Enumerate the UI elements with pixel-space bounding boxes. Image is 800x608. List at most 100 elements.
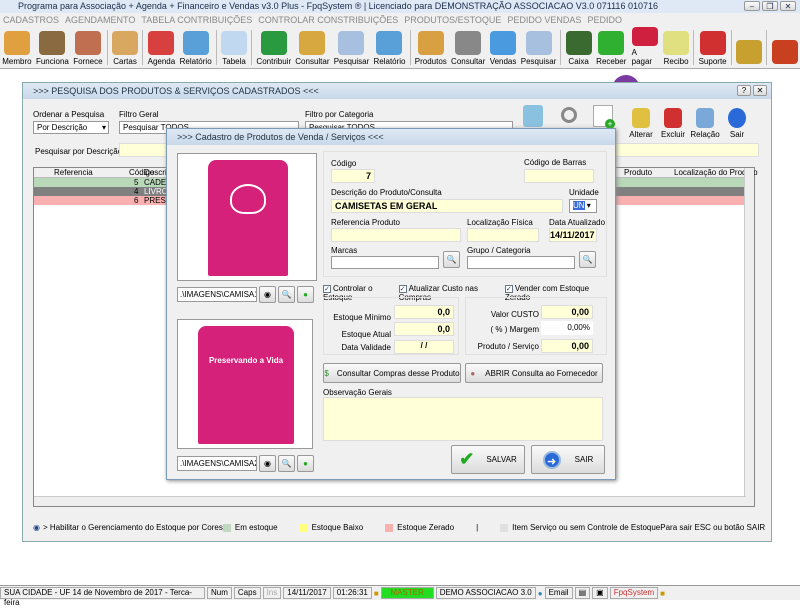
marcas-search-icon[interactable]: 🔍 (443, 251, 460, 268)
image-icon[interactable] (523, 105, 543, 127)
vertical-scrollbar[interactable] (744, 168, 754, 506)
action-alterar[interactable]: Alterar (625, 105, 657, 141)
add-image-icon[interactable]: ● (297, 286, 314, 303)
toolbar-separator (560, 30, 562, 65)
menu-tabela-contribui-es[interactable]: TABELA CONTRIBUIÇÕES (141, 15, 252, 25)
toolbar-button-item-30[interactable] (769, 27, 800, 68)
row-code: 5 (134, 178, 139, 187)
referencia-field[interactable] (331, 228, 461, 242)
consultar-compras-button[interactable]: $ Consultar Compras desse Produto (323, 363, 461, 383)
estoque-atual-field[interactable]: 0,0 (394, 322, 454, 336)
barcode-icon[interactable] (561, 107, 577, 123)
menu-pedido-vendas[interactable]: PEDIDO VENDAS (507, 15, 581, 25)
menu-cadastros[interactable]: CADASTROS (3, 15, 59, 25)
localizacao-field[interactable] (467, 228, 539, 242)
validade-field[interactable]: / / (394, 340, 454, 354)
minimize-button[interactable]: – (744, 1, 760, 11)
toolbar-button-item-28[interactable] (734, 27, 765, 68)
custo-field[interactable]: 0,00 (541, 305, 593, 319)
email-icon[interactable]: ● (538, 589, 543, 598)
menu-produtos-estoque[interactable]: PRODUTOS/ESTOQUE (404, 15, 501, 25)
toolbar-button-a-pagar[interactable]: A pagar (629, 27, 661, 68)
toolbar-button-vendas[interactable]: Vendas (487, 27, 518, 68)
toolbar-button-agenda[interactable]: Agenda (145, 27, 177, 68)
network-icon[interactable]: ▣ (592, 587, 608, 599)
checkbox[interactable]: ✓ (323, 284, 331, 293)
grupo-field[interactable] (467, 256, 575, 269)
marcas-field[interactable] (331, 256, 439, 269)
help-button[interactable]: ? (737, 85, 751, 96)
preco-field[interactable]: 0,00 (541, 339, 593, 353)
margem-field[interactable]: 0,00% (541, 321, 593, 335)
toolbar-button-cartas[interactable]: Cartas (110, 27, 141, 68)
status-city: SUA CIDADE - UF 14 de Novembro de 2017 -… (0, 587, 205, 607)
filter-label: Filtro Geral (119, 110, 159, 119)
sair-button[interactable]: ➜ SAIR (531, 445, 605, 474)
toolbar-separator (142, 30, 144, 65)
toolbar-button-fornece[interactable]: Fornece (71, 27, 105, 68)
toolbar-button-membro[interactable]: Membro (0, 27, 34, 68)
image1-path-input[interactable]: .\IMAGENS\CAMISA1.JF (177, 287, 257, 302)
legend-toggle[interactable]: > Habilitar o Gerenciamento do Estoque p… (43, 523, 223, 532)
toolbar-button-produtos[interactable]: Produtos (413, 27, 449, 68)
toolbar-button-pesquisar[interactable]: Pesquisar (332, 27, 372, 68)
column-header[interactable]: Referencia (54, 168, 93, 177)
search-icon[interactable]: 🔍 (278, 286, 295, 303)
product-image-2: Preservando a Vida (177, 319, 313, 449)
search-icon[interactable]: 🔍 (278, 455, 295, 472)
toolbar-button-recibo[interactable]: Recibo (661, 27, 692, 68)
data-field[interactable]: 14/11/2017 (549, 228, 597, 242)
toolbar-button-funciona[interactable]: Funciona (34, 27, 71, 68)
toolbar-label: Consultar (451, 57, 486, 66)
status-company: DEMO ASSOCIACAO 3.0 (435, 587, 536, 599)
toolbar-button-relat-rio[interactable]: Relatório (371, 27, 407, 68)
image2-path-input[interactable]: .\IMAGENS\CAMISA2.JF (177, 456, 257, 471)
checkbox[interactable]: ✓ (504, 284, 513, 293)
toolbar-button-caixa[interactable]: Caixa (563, 27, 594, 68)
status-email[interactable]: Email (544, 587, 573, 599)
legend-item: Estoque Baixo (299, 523, 364, 532)
descricao-field[interactable]: CAMISETAS EM GERAL (331, 199, 563, 213)
status-brand: FpqSystem (609, 587, 659, 599)
close-button[interactable]: ✕ (780, 1, 796, 11)
add-image-icon[interactable]: ● (297, 455, 314, 472)
toolbar-button-consultar[interactable]: Consultar (293, 27, 331, 68)
window-close-button[interactable]: ✕ (753, 85, 767, 96)
obs-field[interactable] (323, 397, 603, 441)
unidade-select[interactable]: UN ▾ (569, 199, 597, 213)
restore-button[interactable]: ❐ (762, 1, 778, 11)
printer-icon[interactable]: ▤ (574, 587, 591, 599)
abrir-fornecedor-button[interactable]: ● ABRIR Consulta ao Fornecedor (465, 363, 603, 383)
toolbar-button-receber[interactable]: Receber (594, 27, 629, 68)
salvar-button[interactable]: ✔ SALVAR (451, 445, 525, 474)
margem-label: ( % ) Margem (490, 325, 539, 334)
barras-field[interactable] (524, 169, 594, 183)
toolbar-button-tabela[interactable]: Tabela (219, 27, 250, 68)
action-bar: Alterar Excluir Relação Sair (625, 105, 753, 141)
checkbox[interactable]: ✓ (398, 284, 407, 293)
localizacao-label: Localização Física (467, 218, 533, 227)
toolbar-button-suporte[interactable]: Suporte (696, 27, 729, 68)
action-sair[interactable]: Sair (721, 105, 753, 141)
horizontal-scrollbar[interactable] (34, 496, 746, 506)
column-header[interactable]: Produto (624, 168, 652, 177)
toolbar-button-contribuir[interactable]: Contribuir (254, 27, 293, 68)
menu-agendamento[interactable]: AGENDAMENTO (65, 15, 135, 25)
toolbar-button-pesquisar[interactable]: Pesquisar (519, 27, 559, 68)
new-icon[interactable]: + (593, 105, 615, 129)
order-select[interactable]: Por Descrição ▾ (33, 121, 109, 134)
grupo-search-icon[interactable]: 🔍 (579, 251, 596, 268)
camera-icon[interactable]: ◉ (259, 286, 276, 303)
action-excluir[interactable]: Excluir (657, 105, 689, 141)
toolbar-button-relat-rio[interactable]: Relatório (177, 27, 213, 68)
legend-label: Estoque Baixo (311, 523, 364, 532)
marcas-label: Marcas (331, 246, 358, 255)
action-relao[interactable]: Relação (689, 105, 721, 141)
radio-icon[interactable]: ◉ (33, 523, 40, 532)
menu-controlar-constribui-es[interactable]: CONTROLAR CONSTRIBUIÇÕES (258, 15, 398, 25)
estoque-min-field[interactable]: 0,0 (394, 305, 454, 319)
toolbar-button-consultar[interactable]: Consultar (449, 27, 487, 68)
codigo-field[interactable]: 7 (331, 169, 375, 183)
camera-icon[interactable]: ◉ (259, 455, 276, 472)
product-image-1 (177, 153, 317, 281)
